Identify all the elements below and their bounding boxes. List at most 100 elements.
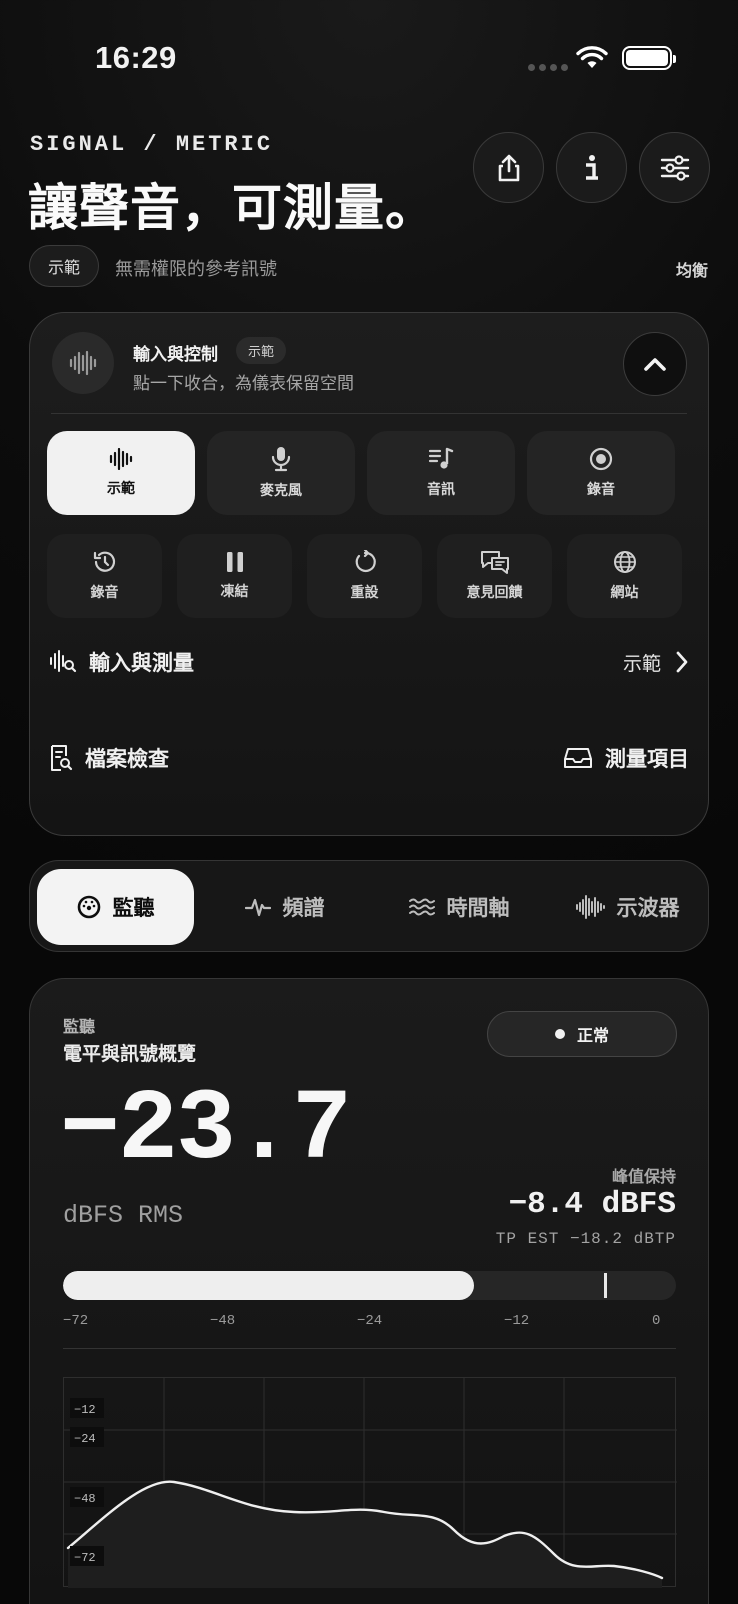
scale-tick: −48 <box>210 1313 236 1329</box>
mode-label: 音訊 <box>427 481 455 497</box>
action-label: 凍結 <box>220 583 249 599</box>
view-tabs: 監聽 頻譜 時間軸 示波器 <box>29 860 709 952</box>
globe-icon <box>613 551 636 573</box>
peak-hold-value: −8.4 dBFS <box>508 1187 676 1222</box>
info-icon <box>585 154 598 180</box>
tray-icon <box>564 748 592 768</box>
tab-label: 示波器 <box>616 897 680 920</box>
feedback-icon <box>480 551 509 574</box>
collapse-button[interactable] <box>623 332 687 396</box>
monitor-divider <box>63 1348 676 1349</box>
tab-spectrum[interactable]: 頻譜 <box>206 869 363 945</box>
share-button[interactable] <box>473 132 544 203</box>
input-control-card: 輸入與控制 示範 點一下收合，為儀表保留空間 示範 麥克風 音訊 錄音 錄音 凍… <box>29 312 709 836</box>
card-divider <box>51 413 687 414</box>
true-peak-estimate: TP EST −18.2 dBTP <box>495 1230 676 1248</box>
gauge-icon <box>77 895 100 919</box>
sliders-icon <box>660 154 689 181</box>
share-icon <box>498 154 519 181</box>
monitor-kicker: 監聽 <box>63 1019 96 1036</box>
tab-label: 頻譜 <box>282 897 325 920</box>
scale-tick: −12 <box>504 1313 530 1329</box>
source-note: 無需權限的參考訊號 <box>115 259 277 279</box>
status-time: 16:29 <box>95 40 177 75</box>
chevron-up-icon <box>644 358 666 371</box>
input-measurement-label: 輸入與測量 <box>89 652 194 675</box>
tab-monitor[interactable]: 監聽 <box>37 869 194 945</box>
wifi-icon <box>576 46 608 68</box>
feedback-button[interactable]: 意見回饋 <box>437 534 552 618</box>
music-list-icon <box>428 447 454 469</box>
status-text: 正常 <box>576 1028 609 1045</box>
mode-label: 錄音 <box>587 481 615 497</box>
balance-label: 均衡 <box>675 263 708 280</box>
oscilloscope-icon <box>575 895 605 919</box>
waveform-badge <box>52 332 114 394</box>
input-measurement-value: 示範 <box>622 653 661 675</box>
reset-button[interactable]: 重設 <box>307 534 422 618</box>
level-meter-fill <box>63 1271 475 1300</box>
info-button[interactable] <box>556 132 627 203</box>
recordings-button[interactable]: 錄音 <box>47 534 162 618</box>
pulse-icon <box>244 898 271 917</box>
file-check-button[interactable]: 檔案檢查 <box>49 743 169 773</box>
scale-tick: −24 <box>357 1313 383 1329</box>
scale-tick: −72 <box>63 1313 89 1329</box>
monitor-title: 電平與訊號概覽 <box>63 1044 197 1065</box>
history-icon <box>93 551 115 572</box>
action-label: 網站 <box>610 584 639 600</box>
waves-icon <box>408 898 435 916</box>
mode-demo-button[interactable]: 示範 <box>47 431 195 515</box>
peak-hold-marker <box>604 1273 608 1298</box>
action-label: 重設 <box>350 584 379 600</box>
card-title: 輸入與控制 <box>133 345 218 364</box>
app-kicker: SIGNAL / METRIC <box>30 132 274 157</box>
action-label: 錄音 <box>90 584 119 600</box>
mode-label: 示範 <box>107 480 135 496</box>
tab-timeline[interactable]: 時間軸 <box>375 869 543 945</box>
reset-icon <box>355 550 376 573</box>
page-title: 讓聲音，可測量。 <box>28 180 436 236</box>
rms-unit: dBFS RMS <box>63 1201 184 1230</box>
peak-hold-label: 峰值保持 <box>611 1169 676 1186</box>
input-measurement-row[interactable]: 輸入與測量 示範 <box>49 647 689 677</box>
microphone-icon <box>271 447 291 472</box>
measure-items-label: 測量項目 <box>605 748 689 771</box>
mode-microphone-button[interactable]: 麥克風 <box>207 431 355 515</box>
demo-chip[interactable]: 示範 <box>29 245 99 287</box>
pause-icon <box>226 552 243 572</box>
tab-label: 時間軸 <box>446 897 510 920</box>
measure-items-button[interactable]: 測量項目 <box>563 743 689 773</box>
mode-label: 麥克風 <box>260 482 302 498</box>
tab-label: 監聽 <box>112 897 155 920</box>
record-icon <box>589 447 613 471</box>
card-subtitle: 點一下收合，為儀表保留空間 <box>133 374 354 393</box>
waveform-icon <box>69 350 97 376</box>
website-button[interactable]: 網站 <box>567 534 682 618</box>
level-meter <box>63 1271 676 1300</box>
graph-label: −48 <box>74 1492 96 1506</box>
mode-audio-button[interactable]: 音訊 <box>367 431 515 515</box>
tab-oscilloscope[interactable]: 示波器 <box>552 869 702 945</box>
chevron-right-icon <box>676 651 688 673</box>
status-badge: 正常 <box>487 1011 677 1057</box>
mode-record-button[interactable]: 錄音 <box>527 431 675 515</box>
cellular-icon <box>528 64 568 71</box>
tools-row: 檔案檢查 測量項目 <box>49 743 689 773</box>
scale-tick: 0 <box>652 1313 661 1329</box>
graph-label: −12 <box>74 1403 96 1417</box>
level-history-svg: −12 −24 −48 −72 <box>64 1378 677 1588</box>
document-search-icon <box>51 745 73 771</box>
level-history-graph: −12 −24 −48 −72 <box>63 1377 677 1588</box>
waveform-icon <box>109 448 133 470</box>
settings-button[interactable] <box>639 132 710 203</box>
waveform-search-icon <box>50 650 77 673</box>
battery-icon <box>622 46 676 70</box>
file-check-label: 檔案檢查 <box>85 748 169 771</box>
graph-label: −24 <box>74 1432 96 1446</box>
card-tag: 示範 <box>236 337 287 364</box>
action-label: 意見回饋 <box>466 584 523 600</box>
rms-value: −23.7 <box>60 1075 352 1188</box>
freeze-button[interactable]: 凍結 <box>177 534 292 618</box>
graph-label: −72 <box>74 1551 96 1565</box>
